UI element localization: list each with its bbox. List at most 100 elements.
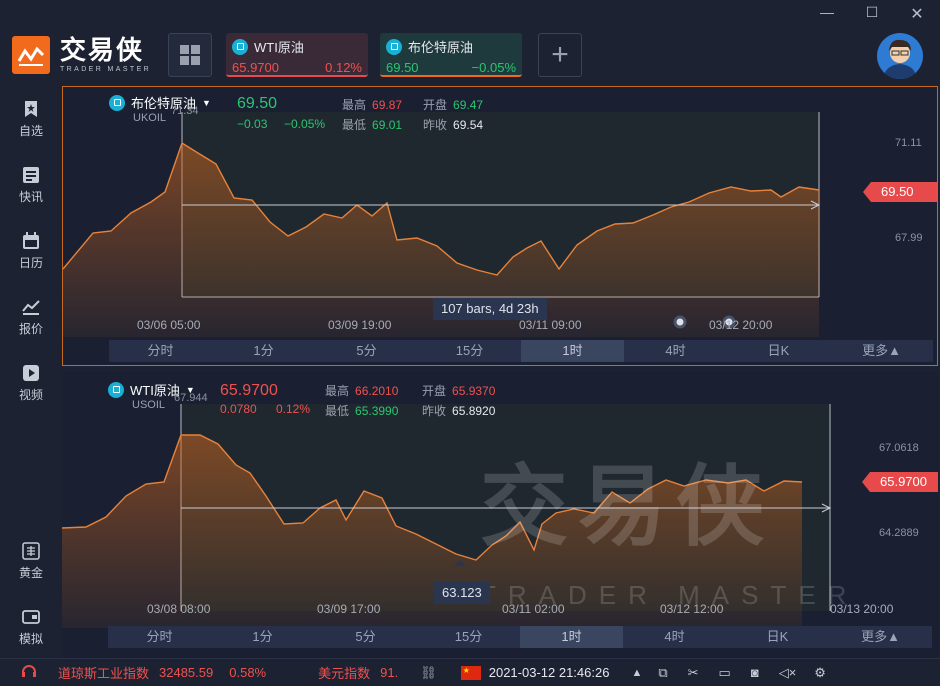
tab-price: 65.9700 bbox=[232, 60, 279, 75]
timeframe-tab[interactable]: 1分 bbox=[211, 626, 314, 648]
minimize-button[interactable]: — bbox=[817, 4, 837, 20]
high-label: 最高 bbox=[342, 98, 367, 112]
crosshair-value-tooltip: 63.123 bbox=[434, 582, 490, 604]
commodity-icon bbox=[108, 381, 124, 398]
current-price-tag: 65.9700 bbox=[862, 472, 938, 492]
price-change: −0.03 bbox=[237, 117, 268, 131]
timeframe-tab[interactable]: 分时 bbox=[108, 626, 211, 648]
wti-chart-panel[interactable]: 交易侠 TRADER MASTER WTI原油▼ USOIL 67.944 65… bbox=[62, 372, 938, 658]
timeframe-bar: 分时 1分 5分 15分 1时 4时 日K 更多▲ bbox=[109, 340, 933, 362]
timeframe-tab[interactable]: 15分 bbox=[418, 340, 521, 362]
x-axis-label: 03/12 20:00 bbox=[709, 318, 773, 332]
logo-mark-icon bbox=[12, 36, 50, 74]
x-axis-label: 03/08 08:00 bbox=[147, 602, 211, 616]
headset-icon[interactable] bbox=[20, 662, 38, 683]
logo-title: 交易侠 bbox=[60, 35, 145, 65]
open-value: 69.47 bbox=[453, 98, 484, 112]
screen-icon[interactable]: ▭ bbox=[719, 665, 731, 681]
add-tab-button[interactable]: + bbox=[538, 33, 582, 77]
x-axis-label: 03/13 20:00 bbox=[830, 602, 894, 616]
sidebar-item-simulation[interactable]: 模拟 bbox=[0, 608, 62, 647]
timeframe-tab-active[interactable]: 1时 bbox=[520, 626, 623, 648]
tab-price: 69.50 bbox=[386, 60, 419, 75]
bookmark-star-icon bbox=[25, 101, 37, 117]
status-bar: 道琼斯工业指数 32485.59 0.58% 美元指数 91. ⛓ ★ 2021… bbox=[0, 658, 940, 686]
close-button[interactable]: ✕ bbox=[907, 4, 927, 24]
calendar-icon bbox=[23, 232, 39, 249]
timeframe-tab-active[interactable]: 1时 bbox=[521, 340, 624, 362]
prev-close-label: 昨收 bbox=[423, 118, 448, 132]
link-icon[interactable]: ⛓ bbox=[420, 665, 437, 681]
prev-close-value: 69.54 bbox=[453, 118, 484, 132]
camera-icon[interactable]: ◙ bbox=[751, 665, 759, 680]
x-axis-label: 03/09 17:00 bbox=[317, 602, 381, 616]
open-value: 65.9370 bbox=[452, 384, 496, 398]
ticker-usd-name[interactable]: 美元指数 bbox=[318, 663, 370, 682]
tab-change: 0.12% bbox=[325, 60, 362, 75]
ticker-dow-name[interactable]: 道琼斯工业指数 bbox=[58, 663, 149, 682]
timeframe-tab[interactable]: 分时 bbox=[109, 340, 212, 362]
timeframe-tab[interactable]: 15分 bbox=[417, 626, 520, 648]
high-label: 最高 bbox=[325, 384, 350, 398]
settings-icon[interactable]: ⚙ bbox=[814, 665, 826, 681]
ticker-dow-percent: 0.58% bbox=[229, 665, 267, 680]
sidebar-item-favorites[interactable]: 自选 bbox=[0, 100, 62, 139]
y-axis-label: 64.2889 bbox=[879, 527, 919, 539]
timeframe-tab[interactable]: 4时 bbox=[624, 340, 727, 362]
tab-change: −0.05% bbox=[471, 60, 516, 75]
video-play-icon bbox=[23, 365, 39, 381]
layout-grid-button[interactable] bbox=[168, 33, 212, 77]
mute-icon[interactable]: ◁× bbox=[779, 665, 797, 681]
sidebar-item-video[interactable]: 视频 bbox=[0, 364, 62, 403]
symbol-name: WTI原油 bbox=[130, 383, 180, 398]
avatar[interactable] bbox=[877, 33, 923, 79]
news-list-icon bbox=[23, 167, 39, 183]
current-price-tag: 69.50 bbox=[863, 182, 937, 202]
commodity-icon bbox=[386, 38, 402, 55]
sidebar-item-label: 黄金 bbox=[18, 566, 43, 580]
sidebar-item-calendar[interactable]: 日历 bbox=[0, 232, 62, 271]
timeframe-more[interactable]: 更多▲ bbox=[829, 626, 932, 648]
price-change-percent: 0.12% bbox=[276, 402, 311, 416]
symbol-code: UKOIL bbox=[133, 112, 167, 124]
logo-subtitle: TRADER MASTER bbox=[60, 66, 152, 73]
high-value: 66.2010 bbox=[355, 384, 399, 398]
ticker-dow-value: 32485.59 bbox=[159, 665, 214, 680]
windows-icon[interactable]: ⧉ bbox=[658, 665, 667, 681]
sidebar-item-quotes[interactable]: 报价 bbox=[0, 298, 62, 337]
sidebar-item-news[interactable]: 快讯 bbox=[0, 166, 62, 205]
open-label: 开盘 bbox=[423, 98, 448, 112]
timeframe-tab[interactable]: 4时 bbox=[623, 626, 726, 648]
tab-wti[interactable]: WTI原油 65.9700 0.12% bbox=[226, 33, 368, 77]
symbol-code: USOIL bbox=[132, 399, 166, 411]
title-bar: 交易侠 TRADER MASTER WTI原油 65.9700 0.12% 布伦特… bbox=[0, 0, 940, 86]
x-axis-label: 03/11 09:00 bbox=[519, 318, 582, 332]
timeframe-bar: 分时 1分 5分 15分 1时 4时 日K 更多▲ bbox=[108, 626, 932, 648]
sidebar-item-label: 快讯 bbox=[18, 190, 43, 204]
tab-brent[interactable]: 布伦特原油 69.50 −0.05% bbox=[380, 33, 522, 77]
timeframe-tab[interactable]: 日K bbox=[726, 626, 829, 648]
timeframe-tab[interactable]: 1分 bbox=[212, 340, 315, 362]
timeframe-more[interactable]: 更多▲ bbox=[830, 340, 933, 362]
sidebar: 自选 快讯 日历 报价 视频 黄金 模拟 bbox=[0, 86, 62, 658]
x-axis-label: 03/09 19:00 bbox=[328, 318, 392, 332]
maximize-button[interactable]: ☐ bbox=[862, 4, 882, 21]
quote-trend-icon bbox=[22, 300, 40, 315]
low-value: 65.3990 bbox=[355, 404, 399, 418]
tab-name: WTI原油 bbox=[254, 40, 304, 55]
x-axis-label: 03/12 12:00 bbox=[660, 602, 724, 616]
tools-icon[interactable]: ✂ bbox=[688, 665, 699, 681]
collapse-up-icon[interactable]: ▲ bbox=[631, 667, 642, 679]
timeframe-tab[interactable]: 日K bbox=[727, 340, 830, 362]
timeframe-tab[interactable]: 5分 bbox=[314, 626, 417, 648]
x-axis-label: 03/06 05:00 bbox=[137, 318, 201, 332]
symbol-dropdown-icon[interactable]: ▼ bbox=[202, 98, 211, 108]
maximize-icon: ☐ bbox=[865, 4, 879, 20]
scroll-handle-icon[interactable] bbox=[673, 315, 687, 329]
current-price: 69.50 bbox=[237, 95, 278, 112]
sidebar-item-gold[interactable]: 黄金 bbox=[0, 542, 62, 581]
brent-chart-panel[interactable]: 布伦特原油 ▼ UKOIL 71.34 69.50 −0.03 −0.05% 最高… bbox=[62, 86, 938, 366]
high-value: 69.87 bbox=[372, 98, 403, 112]
ticker-usd-value: 91. bbox=[380, 665, 399, 680]
timeframe-tab[interactable]: 5分 bbox=[315, 340, 418, 362]
